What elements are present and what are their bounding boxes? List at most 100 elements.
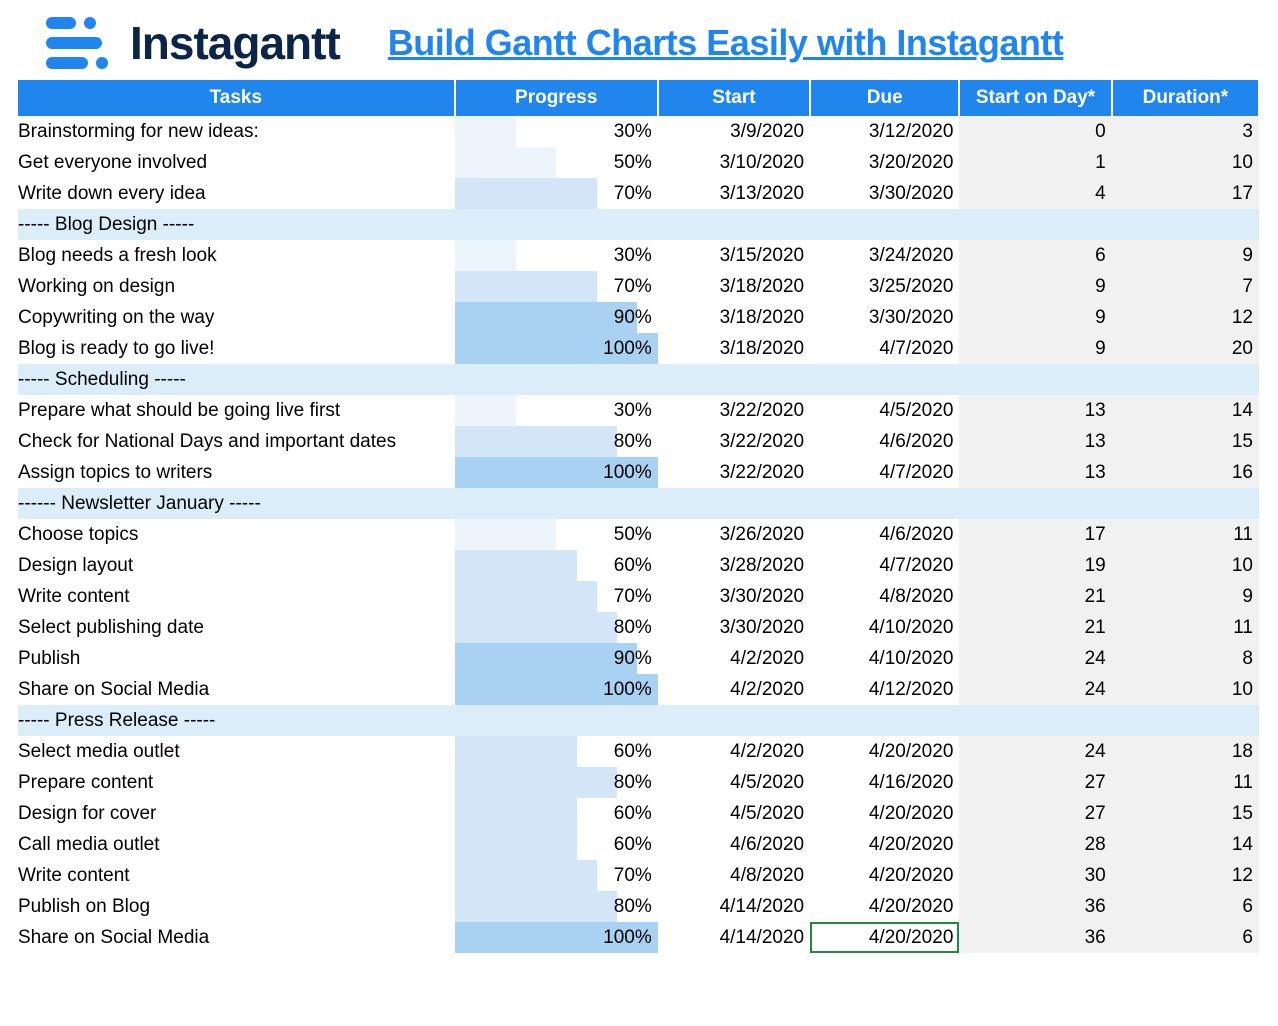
start-date-cell[interactable]: 3/30/2020 [658,581,810,612]
duration-cell[interactable]: 17 [1112,178,1259,209]
progress-cell[interactable]: 60% [455,829,658,860]
start-on-day-cell[interactable]: 0 [959,116,1111,147]
start-on-day-cell[interactable]: 24 [959,736,1111,767]
due-date-cell[interactable]: 4/16/2020 [810,767,959,798]
col-header-progress[interactable]: Progress [455,80,658,116]
duration-cell[interactable]: 9 [1112,581,1259,612]
progress-cell[interactable]: 60% [455,798,658,829]
due-date-cell[interactable]: 3/20/2020 [810,147,959,178]
task-cell[interactable]: Call media outlet [18,829,455,860]
start-date-cell[interactable]: 3/13/2020 [658,178,810,209]
start-date-cell[interactable]: 3/22/2020 [658,395,810,426]
start-on-day-cell[interactable]: 24 [959,674,1111,705]
start-on-day-cell[interactable]: 9 [959,333,1111,364]
duration-cell[interactable]: 12 [1112,860,1259,891]
progress-cell[interactable]: 60% [455,550,658,581]
progress-cell[interactable]: 100% [455,922,658,953]
start-on-day-cell[interactable]: 30 [959,860,1111,891]
due-date-cell[interactable]: 4/8/2020 [810,581,959,612]
start-date-cell[interactable]: 4/14/2020 [658,922,810,953]
start-date-cell[interactable]: 3/10/2020 [658,147,810,178]
start-on-day-cell[interactable]: 27 [959,767,1111,798]
start-on-day-cell[interactable]: 36 [959,891,1111,922]
task-cell[interactable]: Prepare content [18,767,455,798]
start-on-day-cell[interactable]: 13 [959,457,1111,488]
duration-cell[interactable]: 18 [1112,736,1259,767]
progress-cell[interactable]: 90% [455,643,658,674]
progress-cell[interactable]: 100% [455,674,658,705]
progress-cell[interactable]: 30% [455,395,658,426]
task-cell[interactable]: Get everyone involved [18,147,455,178]
start-date-cell[interactable]: 4/14/2020 [658,891,810,922]
task-cell[interactable]: Share on Social Media [18,922,455,953]
task-cell[interactable]: Publish on Blog [18,891,455,922]
due-date-cell[interactable]: 4/20/2020 [810,829,959,860]
duration-cell[interactable]: 11 [1112,767,1259,798]
duration-cell[interactable]: 16 [1112,457,1259,488]
due-date-cell[interactable]: 3/24/2020 [810,240,959,271]
progress-cell[interactable]: 70% [455,178,658,209]
progress-cell[interactable]: 70% [455,581,658,612]
start-date-cell[interactable]: 3/18/2020 [658,302,810,333]
due-date-cell[interactable]: 4/10/2020 [810,612,959,643]
col-header-due[interactable]: Due [810,80,959,116]
start-date-cell[interactable]: 4/5/2020 [658,767,810,798]
task-cell[interactable]: Share on Social Media [18,674,455,705]
promo-link[interactable]: Build Gantt Charts Easily with Instagant… [388,22,1064,64]
duration-cell[interactable]: 6 [1112,891,1259,922]
due-date-cell[interactable]: 4/7/2020 [810,550,959,581]
task-cell[interactable]: Write down every idea [18,178,455,209]
task-cell[interactable]: Assign topics to writers [18,457,455,488]
task-cell[interactable]: Write content [18,860,455,891]
progress-cell[interactable]: 30% [455,116,658,147]
progress-cell[interactable]: 70% [455,271,658,302]
start-on-day-cell[interactable]: 6 [959,240,1111,271]
start-on-day-cell[interactable]: 17 [959,519,1111,550]
progress-cell[interactable]: 70% [455,860,658,891]
start-on-day-cell[interactable]: 27 [959,798,1111,829]
task-cell[interactable]: Select media outlet [18,736,455,767]
start-date-cell[interactable]: 3/15/2020 [658,240,810,271]
task-cell[interactable]: Design layout [18,550,455,581]
start-on-day-cell[interactable]: 13 [959,395,1111,426]
progress-cell[interactable]: 90% [455,302,658,333]
start-on-day-cell[interactable]: 24 [959,643,1111,674]
progress-cell[interactable]: 80% [455,891,658,922]
start-on-day-cell[interactable]: 36 [959,922,1111,953]
task-cell[interactable]: Write content [18,581,455,612]
progress-cell[interactable]: 100% [455,457,658,488]
due-date-cell[interactable]: 3/30/2020 [810,302,959,333]
col-header-start-on-day[interactable]: Start on Day* [959,80,1111,116]
start-date-cell[interactable]: 3/18/2020 [658,333,810,364]
start-on-day-cell[interactable]: 21 [959,581,1111,612]
task-cell[interactable]: Design for cover [18,798,455,829]
due-date-cell[interactable]: 4/12/2020 [810,674,959,705]
start-on-day-cell[interactable]: 19 [959,550,1111,581]
col-header-start[interactable]: Start [658,80,810,116]
duration-cell[interactable]: 14 [1112,829,1259,860]
due-date-cell[interactable]: 4/20/2020 [810,860,959,891]
duration-cell[interactable]: 20 [1112,333,1259,364]
duration-cell[interactable]: 14 [1112,395,1259,426]
start-date-cell[interactable]: 4/5/2020 [658,798,810,829]
duration-cell[interactable]: 10 [1112,674,1259,705]
progress-cell[interactable]: 50% [455,147,658,178]
duration-cell[interactable]: 15 [1112,426,1259,457]
start-on-day-cell[interactable]: 21 [959,612,1111,643]
start-date-cell[interactable]: 4/8/2020 [658,860,810,891]
duration-cell[interactable]: 11 [1112,612,1259,643]
task-cell[interactable]: Brainstorming for new ideas: [18,116,455,147]
start-on-day-cell[interactable]: 1 [959,147,1111,178]
duration-cell[interactable]: 6 [1112,922,1259,953]
due-date-cell[interactable]: 4/6/2020 [810,519,959,550]
task-cell[interactable]: Blog is ready to go live! [18,333,455,364]
start-date-cell[interactable]: 3/30/2020 [658,612,810,643]
duration-cell[interactable]: 11 [1112,519,1259,550]
progress-cell[interactable]: 50% [455,519,658,550]
start-on-day-cell[interactable]: 13 [959,426,1111,457]
progress-cell[interactable]: 60% [455,736,658,767]
duration-cell[interactable]: 8 [1112,643,1259,674]
duration-cell[interactable]: 7 [1112,271,1259,302]
start-date-cell[interactable]: 3/22/2020 [658,457,810,488]
col-header-tasks[interactable]: Tasks [18,80,455,116]
